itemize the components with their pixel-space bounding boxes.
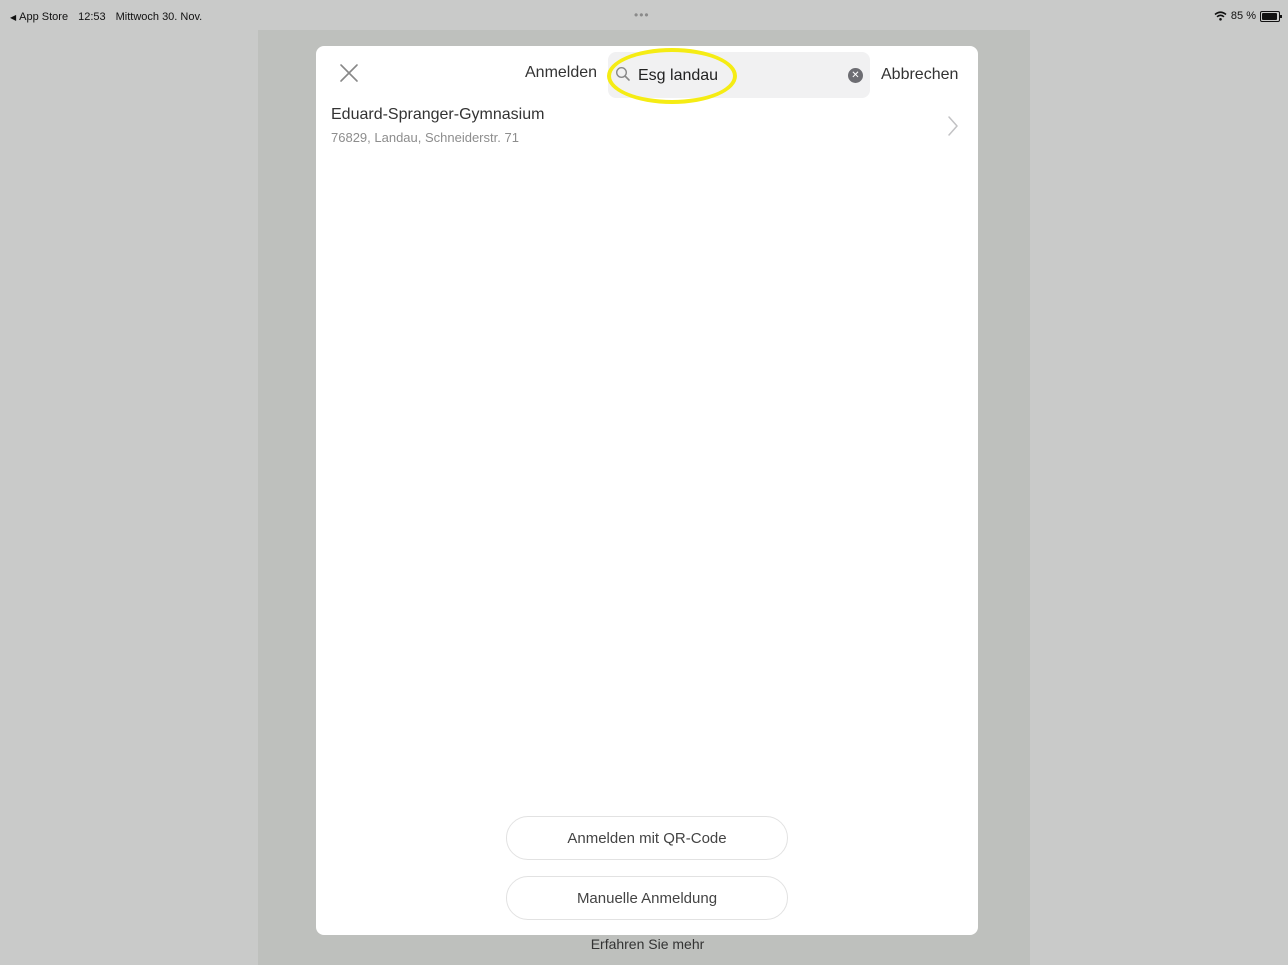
result-name: Eduard-Spranger-Gymnasium	[331, 106, 545, 123]
manual-login-button[interactable]: Manuelle Anmeldung	[506, 876, 788, 920]
modal-title: Anmelden	[525, 64, 598, 81]
back-triangle-icon: ◀	[10, 12, 17, 22]
status-bar: ◀ App Store 12:53 Mittwoch 30. Nov. ••• …	[0, 0, 1288, 30]
status-date: Mittwoch 30. Nov.	[115, 11, 203, 23]
cancel-button[interactable]: Abbrechen	[881, 66, 958, 84]
chevron-right-icon	[948, 116, 958, 136]
battery-icon	[1260, 10, 1282, 22]
result-address: 76829, Landau, Schneiderstr. 71	[331, 130, 519, 145]
status-time: 12:53	[78, 11, 106, 23]
back-to-app-store[interactable]: ◀ App Store	[10, 11, 68, 23]
battery-percent: 85 %	[1230, 10, 1256, 22]
wifi-icon	[1214, 11, 1227, 21]
search-input[interactable]	[636, 62, 840, 90]
login-modal: Anmelden ✕ Abbrechen Eduard-Spranger-Gym…	[316, 46, 978, 935]
magnifier-icon	[615, 66, 630, 81]
learn-more-link[interactable]: Erfahren Sie mehr	[0, 936, 1288, 952]
close-icon[interactable]	[338, 62, 360, 84]
result-row[interactable]: Eduard-Spranger-Gymnasium 76829, Landau,…	[316, 102, 978, 154]
search-bar[interactable]: ✕	[608, 52, 870, 98]
back-app-label: App Store	[19, 11, 69, 23]
clear-icon[interactable]: ✕	[848, 68, 863, 83]
multitasking-dots[interactable]: •••	[634, 8, 650, 22]
qr-login-button[interactable]: Anmelden mit QR-Code	[506, 816, 788, 860]
